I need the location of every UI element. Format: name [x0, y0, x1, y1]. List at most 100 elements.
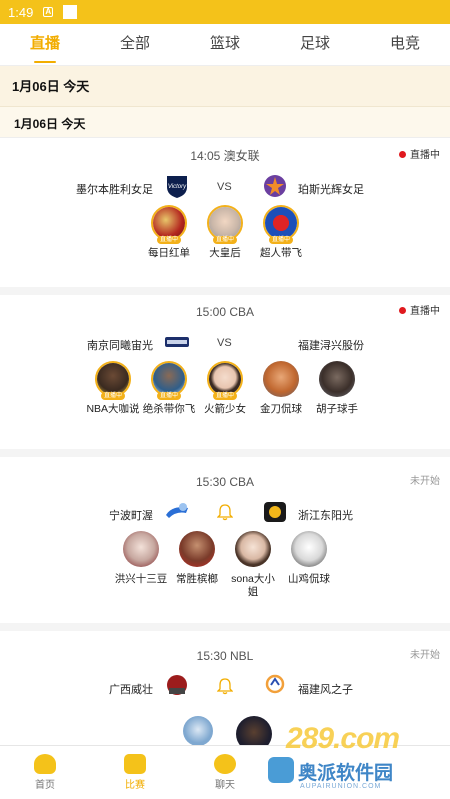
live-badge: 直播中 [156, 392, 182, 400]
bell-icon[interactable] [217, 503, 233, 521]
live-badge: 直播中 [212, 236, 238, 244]
match-time-league: 15:00 CBA [195, 305, 255, 319]
avatar [319, 361, 355, 397]
anchor-name: NBA大咖说 [86, 403, 140, 415]
avatar[interactable] [183, 716, 213, 746]
nav-label: 首页 [35, 780, 55, 791]
tab-live[interactable]: 直播 [0, 24, 90, 65]
nav-label: 比赛 [125, 780, 145, 791]
avatar-image [235, 531, 271, 567]
avatar [291, 531, 327, 567]
victory-logo-icon: Victory [167, 176, 187, 198]
anchor-name: 金刀侃球 [260, 403, 302, 415]
anchor-item[interactable]: 直播中 NBA大咖说 [86, 361, 140, 416]
home-team-name: 广西威壮 [109, 684, 153, 696]
watermark-badge-icon [268, 757, 294, 783]
live-badge: 直播中 [268, 236, 294, 244]
date-subheader: 1月06日 今天 [0, 106, 450, 138]
avatar-image [179, 531, 215, 567]
avatar-image [291, 531, 327, 567]
away-team-name: 福建风之子 [298, 684, 353, 696]
anchor-name: 每日红单 [148, 247, 190, 259]
watermark-site-name: 奥派软件园 [298, 763, 394, 784]
anchor-item[interactable]: 胡子球手 [310, 361, 364, 416]
live-dot-icon [399, 150, 406, 158]
tab-esports[interactable]: 电竞 [360, 24, 450, 65]
home-team-name: 宁波町渥 [109, 510, 153, 522]
avatar: 直播中 [95, 361, 131, 400]
away-team-name: 福建浔兴股份 [298, 340, 364, 352]
avatar [235, 531, 271, 567]
watermark-site-url: AUPAIRUNION.COM [300, 783, 382, 790]
anchor-name: 超人带飞 [260, 247, 302, 259]
anchor-name: 绝杀带你飞 [142, 403, 196, 415]
anchor-item[interactable]: 直播中 大皇后 [198, 205, 252, 260]
match-card[interactable]: 15:00 CBA 直播中 南京同曦宙光 VS 福建浔兴股份 直播中 NBA大咖… [0, 295, 450, 457]
home-icon [34, 754, 56, 774]
home-team-name: 南京同曦宙光 [87, 340, 153, 352]
avatar: 直播中 [263, 205, 299, 244]
match-time-league: 15:30 CBA [195, 475, 255, 489]
bell-icon[interactable] [217, 677, 233, 695]
tab-football[interactable]: 足球 [270, 24, 360, 65]
live-badge: 直播中 [212, 392, 238, 400]
status-time: 1:49 [8, 4, 34, 20]
trophy-icon [124, 754, 146, 774]
anchor-name: 大皇后 [209, 247, 241, 259]
avatar [263, 361, 299, 397]
live-status-label: 直播中 [410, 306, 440, 317]
anchor-item[interactable]: 直播中 火箭少女 [198, 361, 252, 416]
live-status: 直播中 [399, 139, 440, 173]
ningbo-logo-icon [166, 503, 188, 518]
live-badge: 直播中 [100, 392, 126, 400]
anchor-item[interactable]: 直播中 绝杀带你飞 [142, 361, 196, 416]
vs-label: VS [217, 337, 232, 349]
svg-text:Victory: Victory [168, 184, 187, 190]
anchor-name: 洪兴十三豆 [114, 573, 168, 585]
guangxi-logo-icon [167, 675, 187, 695]
avatar: 直播中 [151, 361, 187, 400]
home-team-name: 墨尔本胜利女足 [76, 184, 153, 196]
avatar-image [209, 363, 241, 395]
away-team-name: 珀斯光辉女足 [298, 184, 364, 196]
avatar [123, 531, 159, 567]
live-dot-icon [399, 306, 406, 314]
avatar: 直播中 [207, 361, 243, 400]
anchor-name: sona大小姐 [231, 573, 275, 598]
perth-glory-logo-icon [264, 175, 286, 197]
nav-home[interactable]: 首页 [0, 746, 90, 799]
fujian-logo-icon [265, 674, 285, 694]
anchor-item[interactable]: 常胜槟榔 [170, 531, 224, 586]
tab-basketball[interactable]: 篮球 [180, 24, 270, 65]
nav-matches[interactable]: 比赛 [90, 746, 180, 799]
nav-chat[interactable]: 聊天 [180, 746, 270, 799]
avatar-image [265, 207, 297, 239]
notification-square-icon [63, 5, 78, 19]
tab-all[interactable]: 全部 [90, 24, 180, 65]
match-time-league: 14:05 澳女联 [190, 149, 260, 163]
match-card[interactable]: 15:30 CBA 未开始 宁波町渥 浙江东阳光 洪兴十三豆 常胜槟榔 sona… [0, 465, 450, 631]
anchor-item[interactable]: 直播中 超人带飞 [254, 205, 308, 260]
anchor-name: 山鸡侃球 [288, 573, 330, 585]
anchor-item[interactable]: 山鸡侃球 [282, 531, 336, 586]
match-time-league: 15:30 NBL [196, 649, 254, 663]
anchor-item[interactable]: 洪兴十三豆 [114, 531, 168, 586]
notification-icon: A [43, 7, 54, 17]
live-badge: 直播中 [156, 236, 182, 244]
nanjing-logo-icon [165, 337, 189, 347]
anchor-name: 胡子球手 [316, 403, 358, 415]
watermark-logo: 289.com [286, 722, 400, 755]
avatar: 直播中 [151, 205, 187, 244]
anchor-item[interactable]: sona大小姐 [226, 531, 280, 599]
anchor-name: 火箭少女 [204, 403, 246, 415]
category-tabs: 直播 全部 篮球 足球 电竞 [0, 24, 450, 66]
avatar [179, 531, 215, 567]
live-status-label: 直播中 [410, 150, 440, 161]
avatar-image [319, 361, 355, 397]
avatar: 直播中 [207, 205, 243, 244]
match-card[interactable]: 14:05 澳女联 直播中 墨尔本胜利女足 Victory VS 珀斯光辉女足 … [0, 139, 450, 295]
zhejiang-logo-icon [264, 502, 286, 522]
anchor-item[interactable]: 金刀侃球 [254, 361, 308, 416]
date-header[interactable]: 1月06日 今天 [0, 66, 450, 106]
anchor-item[interactable]: 直播中 每日红单 [142, 205, 196, 260]
